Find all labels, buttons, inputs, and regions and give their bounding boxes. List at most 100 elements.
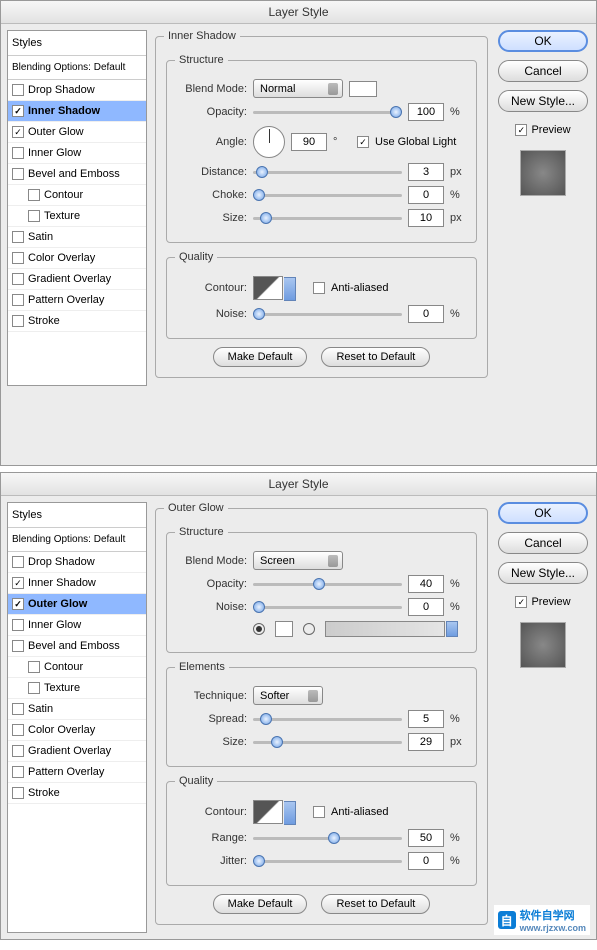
style-checkbox[interactable] [12, 745, 24, 757]
make-default-button[interactable]: Make Default [213, 347, 308, 367]
style-checkbox[interactable] [28, 189, 40, 201]
reset-default-button[interactable]: Reset to Default [321, 894, 430, 914]
choke-input[interactable]: 0 [408, 186, 444, 204]
technique-select[interactable]: Softer [253, 686, 323, 705]
anti-aliased-checkbox[interactable] [313, 282, 325, 294]
shadow-color-swatch[interactable] [349, 81, 377, 97]
opacity-input[interactable]: 40 [408, 575, 444, 593]
preview-checkbox[interactable] [515, 124, 527, 136]
style-checkbox[interactable] [12, 252, 24, 264]
style-checkbox[interactable] [12, 84, 24, 96]
noise-input[interactable]: 0 [408, 305, 444, 323]
spread-input[interactable]: 5 [408, 710, 444, 728]
chevron-down-icon[interactable] [446, 621, 458, 637]
new-style-button[interactable]: New Style... [498, 90, 588, 112]
contour-picker[interactable] [253, 800, 283, 824]
style-item[interactable]: Inner Shadow [8, 101, 146, 122]
angle-dial[interactable] [253, 126, 285, 158]
preview-checkbox[interactable] [515, 596, 527, 608]
style-item[interactable]: Stroke [8, 783, 146, 804]
style-checkbox[interactable] [12, 147, 24, 159]
distance-slider[interactable] [253, 165, 402, 179]
blend-mode-select[interactable]: Screen [253, 551, 343, 570]
jitter-input[interactable]: 0 [408, 852, 444, 870]
range-slider[interactable] [253, 831, 402, 845]
style-checkbox[interactable] [12, 294, 24, 306]
style-item[interactable]: Inner Shadow [8, 573, 146, 594]
style-checkbox[interactable] [12, 315, 24, 327]
style-item[interactable]: Gradient Overlay [8, 269, 146, 290]
size-input[interactable]: 29 [408, 733, 444, 751]
style-checkbox[interactable] [12, 703, 24, 715]
glow-color-swatch[interactable] [275, 621, 293, 637]
global-light-checkbox[interactable] [357, 136, 369, 148]
style-checkbox[interactable] [12, 577, 24, 589]
make-default-button[interactable]: Make Default [213, 894, 308, 914]
new-style-button[interactable]: New Style... [498, 562, 588, 584]
style-item[interactable]: Contour [8, 185, 146, 206]
style-checkbox[interactable] [28, 210, 40, 222]
style-item[interactable]: Contour [8, 657, 146, 678]
range-input[interactable]: 50 [408, 829, 444, 847]
angle-input[interactable]: 90 [291, 133, 327, 151]
styles-header[interactable]: Styles [8, 31, 146, 56]
style-item[interactable]: Pattern Overlay [8, 290, 146, 311]
noise-slider[interactable] [253, 600, 402, 614]
style-checkbox[interactable] [28, 661, 40, 673]
style-item[interactable]: Bevel and Emboss [8, 636, 146, 657]
style-checkbox[interactable] [12, 556, 24, 568]
anti-aliased-checkbox[interactable] [313, 806, 325, 818]
cancel-button[interactable]: Cancel [498, 532, 588, 554]
style-item[interactable]: Color Overlay [8, 248, 146, 269]
style-checkbox[interactable] [12, 105, 24, 117]
reset-default-button[interactable]: Reset to Default [321, 347, 430, 367]
style-item[interactable]: Outer Glow [8, 594, 146, 615]
style-item[interactable]: Bevel and Emboss [8, 164, 146, 185]
style-checkbox[interactable] [12, 619, 24, 631]
style-checkbox[interactable] [28, 682, 40, 694]
glow-gradient-radio[interactable] [303, 623, 315, 635]
blending-options[interactable]: Blending Options: Default [8, 56, 146, 80]
glow-gradient-picker[interactable] [325, 621, 445, 637]
jitter-slider[interactable] [253, 854, 402, 868]
style-item[interactable]: Inner Glow [8, 143, 146, 164]
style-item[interactable]: Texture [8, 678, 146, 699]
style-checkbox[interactable] [12, 126, 24, 138]
blend-mode-select[interactable]: Normal [253, 79, 343, 98]
noise-input[interactable]: 0 [408, 598, 444, 616]
style-item[interactable]: Gradient Overlay [8, 741, 146, 762]
style-item[interactable]: Texture [8, 206, 146, 227]
chevron-down-icon[interactable] [284, 277, 296, 301]
style-item[interactable]: Color Overlay [8, 720, 146, 741]
opacity-slider[interactable] [253, 105, 402, 119]
style-checkbox[interactable] [12, 273, 24, 285]
noise-slider[interactable] [253, 307, 402, 321]
style-item[interactable]: Drop Shadow [8, 552, 146, 573]
style-checkbox[interactable] [12, 724, 24, 736]
style-item[interactable]: Satin [8, 699, 146, 720]
style-item[interactable]: Outer Glow [8, 122, 146, 143]
style-checkbox[interactable] [12, 231, 24, 243]
size-slider[interactable] [253, 211, 402, 225]
style-checkbox[interactable] [12, 598, 24, 610]
contour-picker[interactable] [253, 276, 283, 300]
style-checkbox[interactable] [12, 787, 24, 799]
ok-button[interactable]: OK [498, 502, 588, 524]
ok-button[interactable]: OK [498, 30, 588, 52]
style-item[interactable]: Drop Shadow [8, 80, 146, 101]
style-item[interactable]: Inner Glow [8, 615, 146, 636]
style-item[interactable]: Stroke [8, 311, 146, 332]
choke-slider[interactable] [253, 188, 402, 202]
opacity-input[interactable]: 100 [408, 103, 444, 121]
size-input[interactable]: 10 [408, 209, 444, 227]
blending-options[interactable]: Blending Options: Default [8, 528, 146, 552]
size-slider[interactable] [253, 735, 402, 749]
style-item[interactable]: Satin [8, 227, 146, 248]
opacity-slider[interactable] [253, 577, 402, 591]
style-checkbox[interactable] [12, 640, 24, 652]
chevron-down-icon[interactable] [284, 801, 296, 825]
style-checkbox[interactable] [12, 766, 24, 778]
style-item[interactable]: Pattern Overlay [8, 762, 146, 783]
distance-input[interactable]: 3 [408, 163, 444, 181]
cancel-button[interactable]: Cancel [498, 60, 588, 82]
